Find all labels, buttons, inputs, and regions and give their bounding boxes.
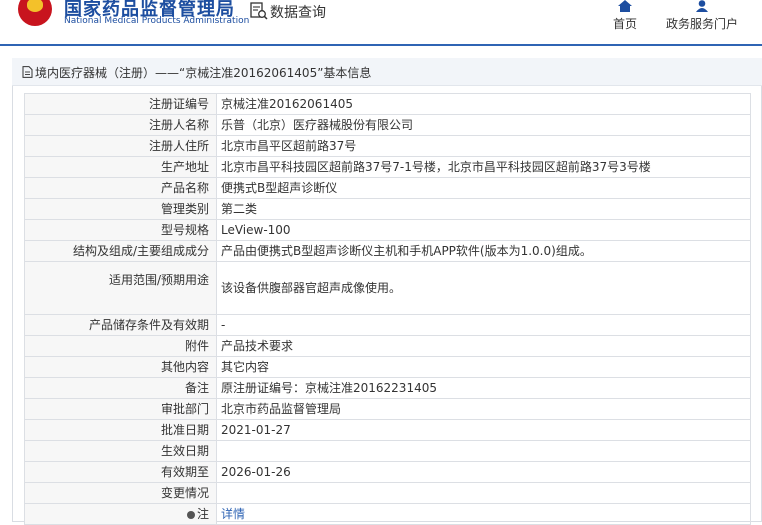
- row-value: 便携式B型超声诊断仪: [216, 177, 751, 199]
- note-label-cell: 注: [24, 503, 217, 525]
- row-label: 其他内容: [24, 356, 217, 378]
- nav-home-label: 首页: [612, 17, 637, 31]
- row-label: 适用范围/预期用途: [24, 261, 217, 315]
- table-row: 适用范围/预期用途 该设备供腹部器官超声成像使用。: [24, 261, 751, 315]
- row-value: 第二类: [216, 198, 751, 220]
- table-row: 注册证编号 京械注准20162061405: [24, 93, 751, 115]
- panel-title: 境内医疗器械（注册）——“京械注准20162061405”基本信息: [35, 66, 372, 80]
- table-row: 附件 产品技术要求: [24, 335, 751, 357]
- row-value: 原注册证编号：京械注准20162231405: [216, 377, 751, 399]
- row-label: 产品储存条件及有效期: [24, 314, 217, 336]
- table-row: 注册人住所 北京市昌平区超前路37号: [24, 135, 751, 157]
- table-row: 管理类别 第二类: [24, 198, 751, 220]
- row-label: 产品名称: [24, 177, 217, 199]
- row-value: 该设备供腹部器官超声成像使用。: [216, 261, 751, 315]
- row-label: 管理类别: [24, 198, 217, 220]
- header-divider: [0, 44, 762, 46]
- data-query-icon: [250, 2, 268, 20]
- table-row: 审批部门 北京市药品监督管理局: [24, 398, 751, 420]
- site-header: 国家药品监督管理局 National Medical Products Admi…: [0, 0, 762, 44]
- document-icon: [22, 66, 33, 78]
- table-row: 注册人名称 乐普（北京）医疗器械股份有限公司: [24, 114, 751, 136]
- table-row: 有效期至 2026-01-26: [24, 461, 751, 483]
- table-row: 注 详情: [24, 503, 751, 525]
- data-query-label: 数据查询: [270, 5, 326, 21]
- user-icon: [696, 0, 708, 12]
- row-label: 批准日期: [24, 419, 217, 441]
- row-value: 详情: [216, 503, 751, 525]
- home-icon: [618, 0, 632, 12]
- row-value: [216, 482, 751, 504]
- row-value: 产品由便携式B型超声诊断仪主机和手机APP软件(版本为1.0.0)组成。: [216, 240, 751, 262]
- panel-title-bar: 境内医疗器械（注册）——“京械注准20162061405”基本信息: [12, 58, 762, 86]
- table-row: 型号规格 LeView-100: [24, 219, 751, 241]
- bullet-icon: [186, 511, 195, 519]
- row-label: 变更情况: [24, 482, 217, 504]
- table-row: 产品储存条件及有效期 -: [24, 314, 751, 336]
- row-label: 注: [196, 507, 209, 521]
- row-label: 注册人住所: [24, 135, 217, 157]
- table-row: 批准日期 2021-01-27: [24, 419, 751, 441]
- row-value: 京械注准20162061405: [216, 93, 751, 115]
- row-label: 备注: [24, 377, 217, 399]
- row-value: 北京市昌平科技园区超前路37号7-1号楼，北京市昌平科技园区超前路37号3号楼: [216, 156, 751, 178]
- row-label: 型号规格: [24, 219, 217, 241]
- details-link[interactable]: 详情: [221, 507, 245, 521]
- table-row: 备注 原注册证编号：京械注准20162231405: [24, 377, 751, 399]
- nav-service-portal[interactable]: 政务服务门户: [662, 0, 742, 32]
- row-value: 2026-01-26: [216, 461, 751, 483]
- row-value: 产品技术要求: [216, 335, 751, 357]
- row-label: 注册证编号: [24, 93, 217, 115]
- row-value: 2021-01-27: [216, 419, 751, 441]
- row-value: LeView-100: [216, 219, 751, 241]
- national-emblem-logo: [18, 0, 52, 26]
- row-value: 北京市药品监督管理局: [216, 398, 751, 420]
- row-label: 审批部门: [24, 398, 217, 420]
- site-name-en[interactable]: National Medical Products Administration: [64, 16, 249, 26]
- row-value: -: [216, 314, 751, 336]
- table-row: 结构及组成/主要组成成分 产品由便携式B型超声诊断仪主机和手机APP软件(版本为1…: [24, 240, 751, 262]
- row-label: 附件: [24, 335, 217, 357]
- row-value: 乐普（北京）医疗器械股份有限公司: [216, 114, 751, 136]
- row-label: 结构及组成/主要组成成分: [24, 240, 217, 262]
- table-row: 生产地址 北京市昌平科技园区超前路37号7-1号楼，北京市昌平科技园区超前路37号…: [24, 156, 751, 178]
- row-value: [216, 440, 751, 462]
- row-value: 北京市昌平区超前路37号: [216, 135, 751, 157]
- row-label: 注册人名称: [24, 114, 217, 136]
- nav-home[interactable]: 首页: [606, 0, 644, 32]
- row-label: 生效日期: [24, 440, 217, 462]
- device-info-table: 注册证编号 京械注准20162061405 注册人名称 乐普（北京）医疗器械股份有限…: [24, 93, 751, 525]
- nav-service-portal-label: 政务服务门户: [665, 17, 738, 31]
- row-label: 生产地址: [24, 156, 217, 178]
- row-value: 其它内容: [216, 356, 751, 378]
- row-label: 有效期至: [24, 461, 217, 483]
- table-row: 生效日期: [24, 440, 751, 462]
- table-row: 产品名称 便携式B型超声诊断仪: [24, 177, 751, 199]
- table-row: 其他内容 其它内容: [24, 356, 751, 378]
- table-row: 变更情况: [24, 482, 751, 504]
